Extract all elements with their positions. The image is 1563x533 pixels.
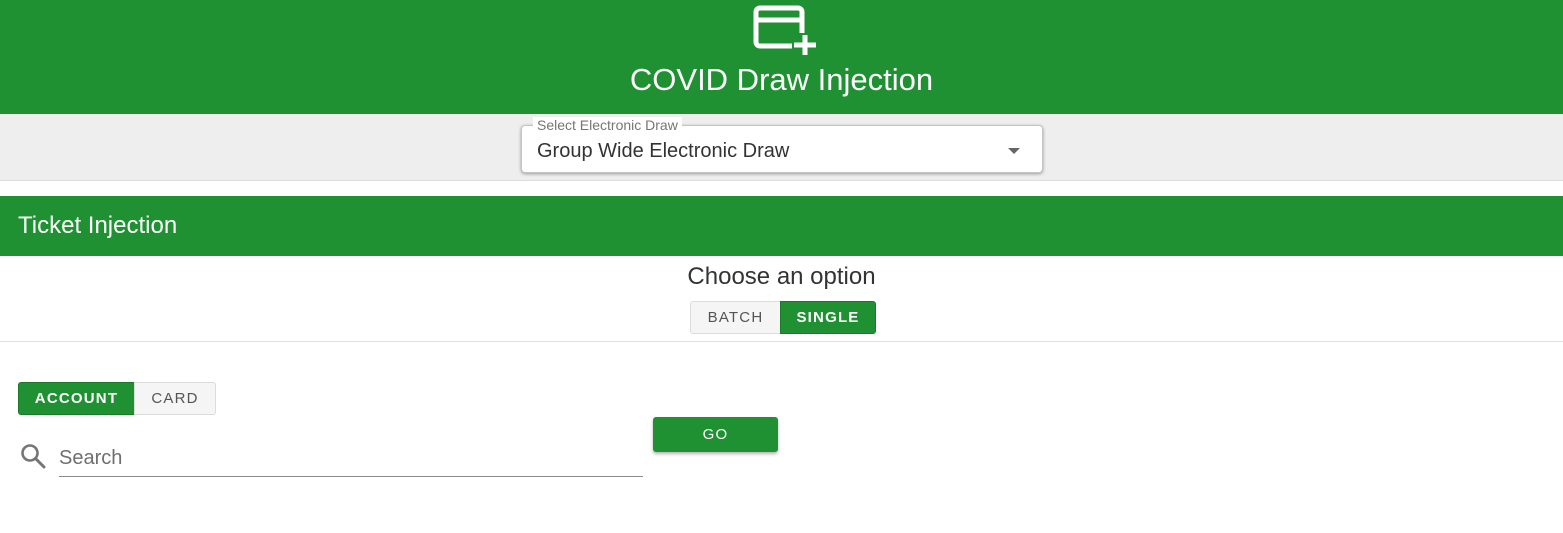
card-plus-icon [753, 5, 818, 55]
search-icon [21, 444, 46, 469]
ticket-injection-section-header: Ticket Injection [0, 196, 1563, 256]
go-button[interactable]: GO [653, 417, 778, 452]
section-title: Ticket Injection [18, 212, 178, 239]
page-title: COVID Draw Injection [629, 62, 934, 97]
batch-toggle-button[interactable]: BATCH [690, 301, 781, 334]
app-header: COVID Draw Injection [0, 0, 1563, 114]
card-toggle-button[interactable]: CARD [134, 382, 216, 415]
chevron-down-icon [1008, 148, 1020, 154]
account-toggle-button[interactable]: ACCOUNT [18, 382, 135, 415]
single-toggle-button[interactable]: SINGLE [780, 301, 876, 334]
electronic-draw-select[interactable]: Select Electronic Draw Group Wide Electr… [521, 117, 1043, 173]
draw-select-toolbar: Select Electronic Draw Group Wide Electr… [0, 114, 1563, 181]
electronic-draw-select-value: Group Wide Electronic Draw [537, 140, 790, 162]
choose-option-heading: Choose an option [687, 263, 876, 290]
electronic-draw-select-label: Select Electronic Draw [533, 117, 682, 133]
search-input[interactable] [59, 440, 643, 477]
mode-option-area: Choose an option BATCH SINGLE [0, 256, 1563, 342]
